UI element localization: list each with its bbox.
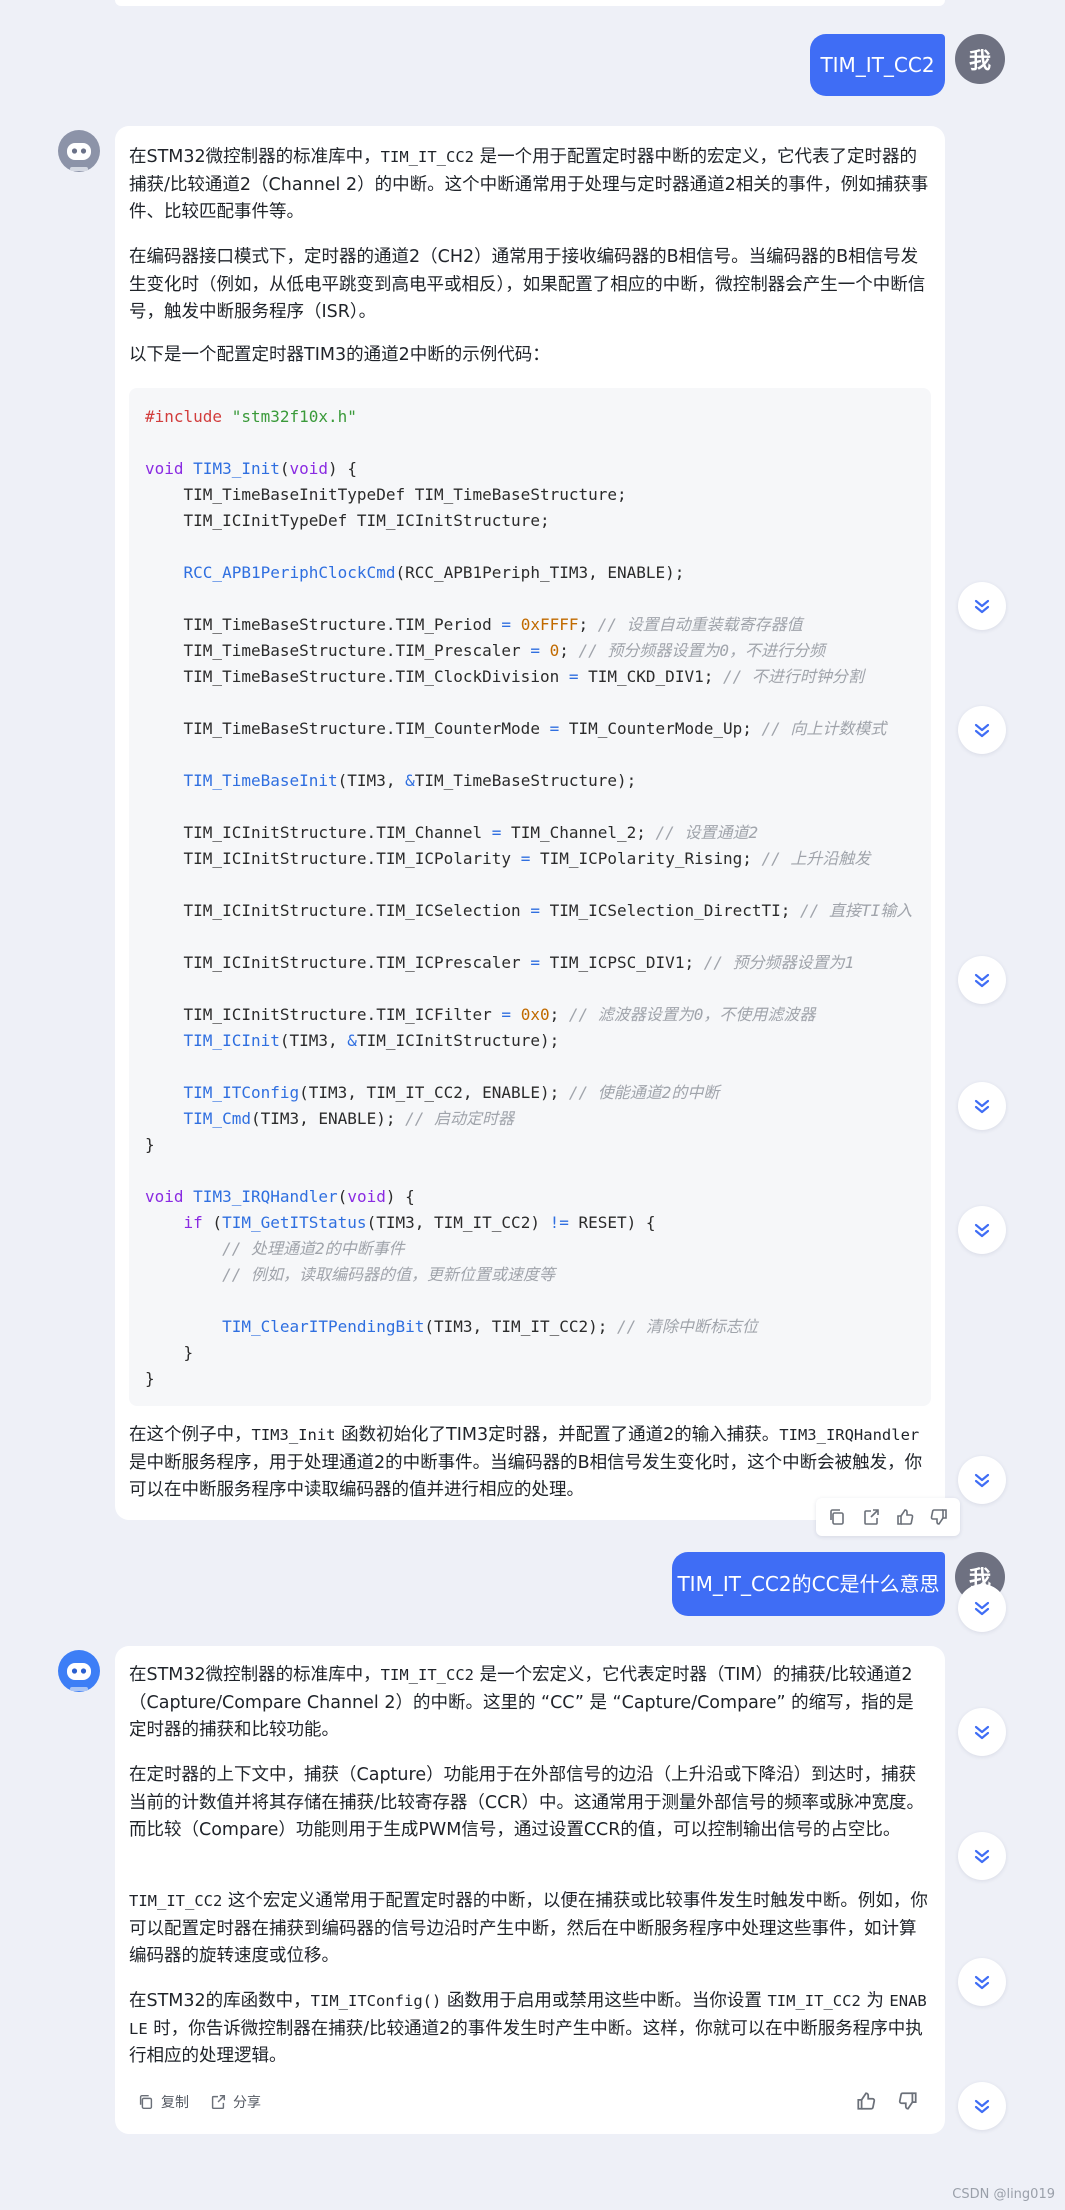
- scroll-down-button[interactable]: [958, 706, 1006, 754]
- answer-paragraph: 在编码器接口模式下，定时器的通道2（CH2）通常用于接收编码器的B相信号。当编码…: [129, 247, 926, 322]
- scroll-down-button[interactable]: [958, 1082, 1006, 1130]
- copy-icon[interactable]: [822, 1502, 852, 1532]
- message-hover-toolbar: [816, 1498, 960, 1536]
- copy-label: 复制: [161, 2095, 189, 2111]
- code-line: TIM_TimeBaseInit(TIM3, &TIM_TimeBaseStru…: [183, 771, 637, 790]
- code-line: TIM_ICInitStructure.TIM_Channel = TIM_Ch…: [145, 823, 759, 842]
- scroll-down-button[interactable]: [958, 1584, 1006, 1632]
- answer-paragraph: 在定时器的上下文中，捕获（Capture）功能用于在外部信号的边沿（上升沿或下降…: [129, 1765, 924, 1840]
- chevron-down-icon: [974, 1725, 990, 1740]
- share-icon[interactable]: [856, 1502, 886, 1532]
- thumbs-up-button[interactable]: [855, 2090, 877, 2112]
- code-line: TIM_Cmd(TIM3, ENABLE); // 启动定时器: [183, 1109, 514, 1128]
- answer-paragraph: 在这个例子中，TIM3_Init 函数初始化了TIM3定时器，并配置了通道2的输…: [129, 1425, 923, 1500]
- robot-avatar-icon: [58, 130, 100, 172]
- code-line: }: [145, 1135, 155, 1154]
- scroll-down-button[interactable]: [958, 582, 1006, 630]
- code-line: TIM_ICInitTypeDef TIM_ICInitStructure;: [145, 511, 550, 530]
- thumbs-down-icon: [898, 2092, 917, 2110]
- thumbs-up-icon[interactable]: [890, 1502, 920, 1532]
- chevron-down-icon: [974, 1473, 990, 1488]
- scroll-down-button[interactable]: [958, 1708, 1006, 1756]
- previous-message-card-edge: [115, 0, 945, 6]
- scroll-down-button[interactable]: [958, 956, 1006, 1004]
- thumbs-down-button[interactable]: [897, 2090, 919, 2112]
- code-line: #include "stm32f10x.h": [145, 407, 357, 426]
- share-label: 分享: [233, 2095, 261, 2111]
- code-line: void TIM3_Init(void) {: [145, 459, 357, 478]
- answer-paragraph: TIM_IT_CC2 这个宏定义通常用于配置定时器的中断，以便在捕获或比较事件发…: [129, 1891, 928, 1966]
- scroll-down-button[interactable]: [958, 1206, 1006, 1254]
- thumbs-up-icon: [857, 2092, 876, 2110]
- inline-code: TIM_IT_CC2: [380, 148, 474, 166]
- inline-code: TIM3_Init: [251, 1426, 336, 1444]
- chevron-down-icon: [974, 1975, 990, 1990]
- chevron-down-icon: [974, 2099, 990, 2114]
- chevron-down-icon: [974, 1099, 990, 1114]
- assistant-message-card: 在STM32微控制器的标准库中，TIM_IT_CC2 是一个用于配置定时器中断的…: [115, 126, 945, 1520]
- code-line: TIM_ICInitStructure.TIM_ICPolarity = TIM…: [145, 849, 871, 868]
- inline-code: TIM3_IRQHandler: [779, 1426, 920, 1444]
- user-message-bubble: TIM_IT_CC2: [810, 34, 945, 96]
- code-line: }: [145, 1369, 155, 1388]
- thumbs-down-icon[interactable]: [924, 1502, 954, 1532]
- scroll-down-button[interactable]: [958, 1958, 1006, 2006]
- chevron-down-icon: [974, 1849, 990, 1864]
- user-message-text: TIM_IT_CC2的CC是什么意思: [677, 1572, 940, 1596]
- copy-icon: [139, 2094, 153, 2110]
- scroll-down-button[interactable]: [958, 1832, 1006, 1880]
- user-message-text: TIM_IT_CC2: [820, 53, 935, 77]
- answer-paragraph: 在STM32的库函数中，TIM_ITConfig() 函数用于启用或禁用这些中断…: [129, 1991, 927, 2066]
- watermark: CSDN @ling019: [952, 2187, 1055, 2202]
- code-line: void TIM3_IRQHandler(void) {: [145, 1187, 415, 1206]
- code-line: TIM_TimeBaseStructure.TIM_Prescaler = 0;…: [145, 641, 826, 660]
- scroll-down-button[interactable]: [958, 1456, 1006, 1504]
- inline-code: TIM_IT_CC2: [380, 1666, 474, 1684]
- answer-paragraph: 以下是一个配置定时器TIM3的通道2中断的示例代码：: [129, 345, 550, 365]
- chevron-down-icon: [974, 1601, 990, 1616]
- inline-code: TIM_IT_CC2: [129, 1892, 223, 1910]
- code-line: TIM_TimeBaseStructure.TIM_CounterMode = …: [145, 719, 887, 738]
- code-block[interactable]: #include "stm32f10x.h" void TIM3_Init(vo…: [129, 388, 931, 1406]
- code-line: TIM_TimeBaseStructure.TIM_ClockDivision …: [145, 667, 864, 686]
- code-line: TIM_ITConfig(TIM3, TIM_IT_CC2, ENABLE); …: [183, 1083, 720, 1102]
- chevron-down-icon: [974, 973, 990, 988]
- code-line: TIM_ICInitStructure.TIM_ICPrescaler = TI…: [145, 953, 855, 972]
- robot-avatar-icon: [58, 1650, 100, 1692]
- user-message-bubble: TIM_IT_CC2的CC是什么意思: [672, 1552, 945, 1616]
- code-line: TIM_ICInit(TIM3, &TIM_ICInitStructure);: [183, 1031, 560, 1050]
- chevron-down-icon: [974, 599, 990, 614]
- scroll-down-button[interactable]: [958, 2082, 1006, 2130]
- answer-paragraph: 在STM32微控制器的标准库中，TIM_IT_CC2 是一个宏定义，它代表定时器…: [129, 1665, 914, 1740]
- share-icon: [211, 2094, 226, 2110]
- inline-code: TIM_ITConfig(): [310, 1992, 442, 2010]
- code-line: TIM_ICInitStructure.TIM_ICFilter = 0x0; …: [145, 1005, 816, 1024]
- code-line: TIM_ClearITPendingBit(TIM3, TIM_IT_CC2);…: [222, 1317, 758, 1336]
- copy-button[interactable]: 复制: [137, 2092, 189, 2112]
- inline-code: TIM_IT_CC2: [767, 1992, 861, 2010]
- assistant-message-card: 在STM32微控制器的标准库中，TIM_IT_CC2 是一个宏定义，它代表定时器…: [115, 1646, 945, 2134]
- code-line: if (TIM_GetITStatus(TIM3, TIM_IT_CC2) !=…: [183, 1213, 656, 1232]
- share-button[interactable]: 分享: [209, 2092, 261, 2112]
- user-avatar: 我: [955, 34, 1005, 84]
- code-line: TIM_ICInitStructure.TIM_ICSelection = TI…: [145, 901, 913, 920]
- code-line: TIM_TimeBaseStructure.TIM_Period = 0xFFF…: [145, 615, 803, 634]
- code-line: TIM_TimeBaseInitTypeDef TIM_TimeBaseStru…: [145, 485, 627, 504]
- chevron-down-icon: [974, 723, 990, 738]
- chevron-down-icon: [974, 1223, 990, 1238]
- code-line: // 处理通道2的中断事件: [145, 1239, 405, 1258]
- code-line: RCC_APB1PeriphClockCmd(RCC_APB1Periph_TI…: [183, 563, 685, 582]
- code-line: }: [145, 1343, 194, 1362]
- code-line: // 例如，读取编码器的值，更新位置或速度等: [145, 1265, 555, 1284]
- answer-paragraph: 在STM32微控制器的标准库中，TIM_IT_CC2 是一个用于配置定时器中断的…: [129, 147, 929, 222]
